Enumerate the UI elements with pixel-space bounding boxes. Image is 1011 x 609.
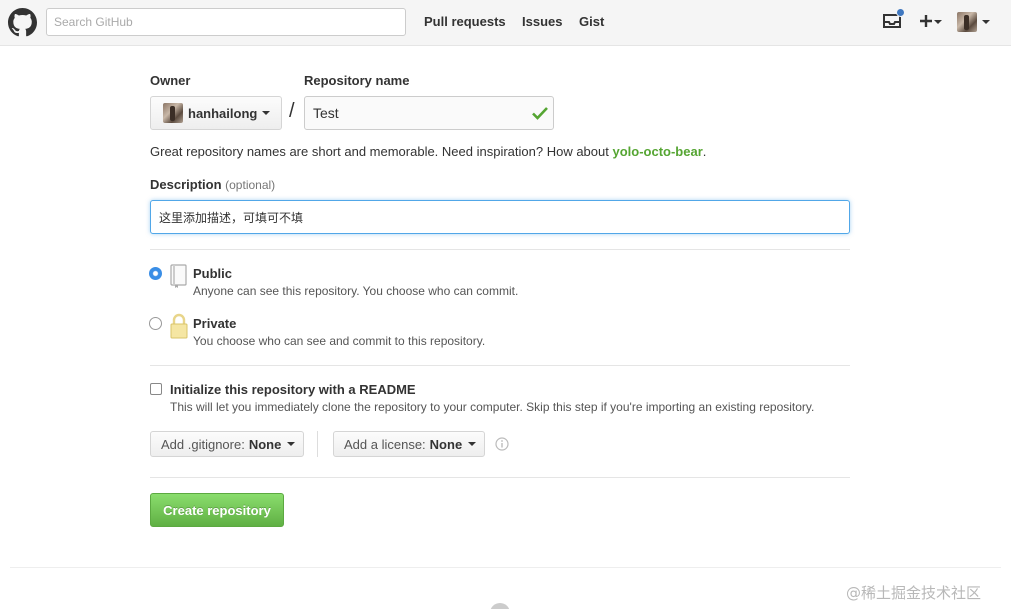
repository-name-input[interactable] [304, 96, 554, 130]
repo-name-label: Repository name [304, 73, 410, 88]
owner-avatar [163, 103, 183, 123]
watermark: @稀土掘金技术社区 [846, 584, 982, 602]
public-radio[interactable] [149, 267, 162, 280]
gitignore-label: Add .gitignore: [161, 436, 245, 452]
plus-icon[interactable] [919, 14, 933, 28]
optional-tag: (optional) [225, 178, 276, 192]
top-header: Pull requests Issues Gist [0, 0, 1011, 46]
footer-octocat-icon[interactable] [490, 603, 510, 609]
readme-description: This will let you immediately clone the … [170, 400, 815, 414]
license-label: Add a license: [344, 436, 426, 452]
github-logo-icon[interactable] [8, 8, 37, 37]
nav-pull-requests[interactable]: Pull requests [424, 14, 506, 29]
info-icon[interactable] [495, 437, 509, 451]
public-description: Anyone can see this repository. You choo… [193, 284, 519, 298]
private-description: You choose who can see and commit to thi… [193, 334, 486, 348]
gitignore-value: None [248, 436, 282, 452]
vertical-divider [317, 431, 318, 457]
chevron-down-icon [262, 111, 271, 115]
nav-issues[interactable]: Issues [522, 14, 562, 29]
repo-book-icon [170, 264, 187, 288]
private-radio[interactable] [149, 317, 162, 330]
footer-divider [10, 567, 1001, 568]
description-label: Description (optional) [150, 177, 275, 192]
chevron-down-icon [468, 442, 477, 446]
notification-dot [896, 8, 905, 17]
gitignore-select[interactable]: Add .gitignore: None [150, 431, 304, 457]
owner-label: Owner [150, 73, 191, 88]
license-value: None [429, 436, 463, 452]
chevron-down-icon[interactable] [934, 20, 942, 24]
readme-title[interactable]: Initialize this repository with a README [170, 382, 416, 397]
hint-suffix: . [702, 144, 707, 159]
private-title: Private [193, 316, 237, 331]
divider [150, 249, 850, 250]
create-repository-button[interactable]: Create repository [150, 493, 284, 527]
lock-icon [170, 313, 188, 339]
suggested-name[interactable]: yolo-octo-bear [612, 144, 702, 159]
readme-checkbox[interactable] [150, 383, 162, 395]
owner-repo-separator: / [289, 100, 295, 122]
search-input[interactable] [46, 8, 406, 36]
chevron-down-icon[interactable] [982, 20, 990, 24]
chevron-down-icon [287, 442, 296, 446]
description-input[interactable] [150, 200, 850, 234]
hint-text: Great repository names are short and mem… [150, 144, 613, 159]
public-title: Public [193, 266, 233, 281]
description-label-text: Description [150, 177, 222, 192]
owner-select-button[interactable]: hanhailong [150, 96, 282, 130]
name-hint: Great repository names are short and mem… [150, 144, 706, 159]
check-icon [532, 107, 548, 120]
owner-name: hanhailong [188, 105, 258, 121]
nav-gist[interactable]: Gist [579, 14, 604, 29]
divider [150, 365, 850, 366]
license-select[interactable]: Add a license: None [333, 431, 485, 457]
divider [150, 477, 850, 478]
user-avatar[interactable] [957, 12, 977, 32]
